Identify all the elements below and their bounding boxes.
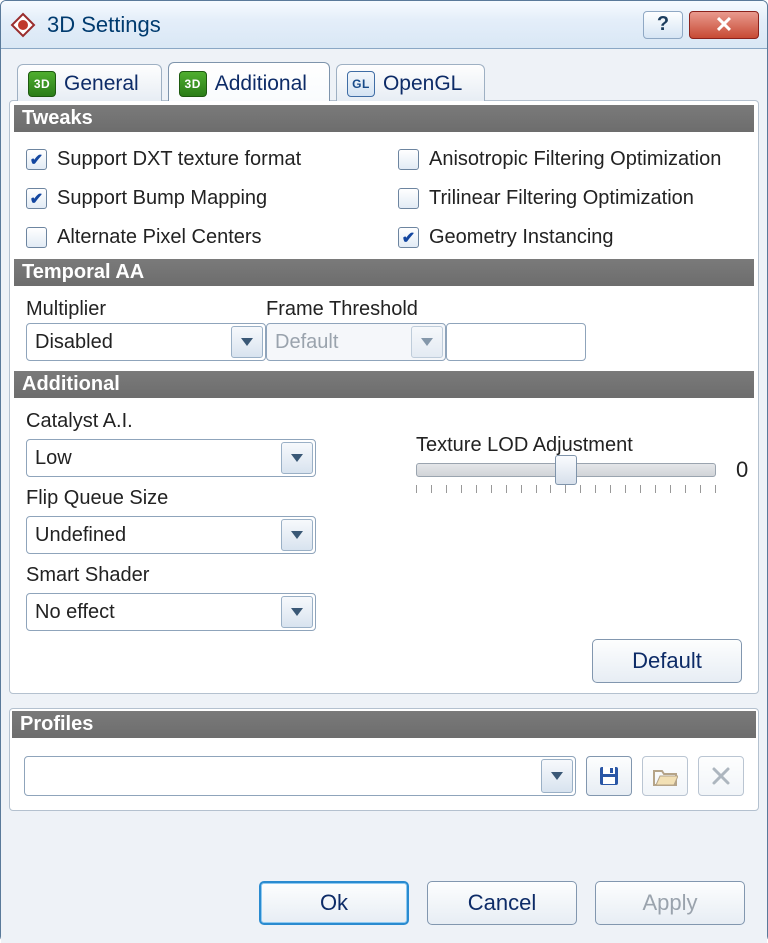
tab-general-label: General xyxy=(64,72,139,96)
tab-additional[interactable]: 3D Additional xyxy=(168,62,330,101)
catalyst-value: Low xyxy=(35,447,72,470)
chevron-down-icon xyxy=(541,759,573,793)
ok-button-label: Ok xyxy=(320,890,348,916)
save-profile-button[interactable] xyxy=(586,756,632,796)
section-header-additional: Additional xyxy=(14,371,754,398)
close-icon: ✕ xyxy=(715,12,733,38)
multiplier-select[interactable]: Disabled xyxy=(26,323,266,361)
slider-ticks xyxy=(416,485,716,495)
chevron-down-icon xyxy=(411,326,443,358)
badge-3d-icon: 3D xyxy=(28,71,56,97)
checkbox-pixelcenters[interactable]: Alternate Pixel Centers xyxy=(26,226,370,249)
flipqueue-value: Undefined xyxy=(35,524,126,547)
tab-strip: 3D General 3D Additional GL OpenGL xyxy=(9,55,759,101)
open-icon xyxy=(652,765,678,787)
close-button[interactable]: ✕ xyxy=(689,11,759,39)
tab-opengl[interactable]: GL OpenGL xyxy=(336,64,485,101)
dialog-footer: Ok Cancel Apply xyxy=(9,865,759,943)
delete-icon xyxy=(709,764,733,788)
checkbox-icon xyxy=(26,227,47,248)
framethreshold-select: Default xyxy=(266,323,446,361)
delete-profile-button xyxy=(698,756,744,796)
checkbox-pixelcenters-label: Alternate Pixel Centers xyxy=(57,226,262,249)
flipqueue-label: Flip Queue Size xyxy=(26,487,316,510)
slider-thumb[interactable] xyxy=(555,455,577,485)
checkbox-icon xyxy=(398,227,419,248)
cancel-button-label: Cancel xyxy=(468,890,536,916)
section-header-profiles: Profiles xyxy=(12,711,756,738)
lod-value: 0 xyxy=(736,457,748,483)
framethreshold-input[interactable] xyxy=(446,323,586,361)
lod-slider[interactable] xyxy=(416,459,716,481)
smartshader-value: No effect xyxy=(35,601,115,624)
checkbox-geometry[interactable]: Geometry Instancing xyxy=(398,226,742,249)
cancel-button[interactable]: Cancel xyxy=(427,881,577,925)
checkbox-dxt-label: Support DXT texture format xyxy=(57,148,301,171)
catalyst-select[interactable]: Low xyxy=(26,439,316,477)
lod-label: Texture LOD Adjustment xyxy=(416,434,748,457)
tab-general[interactable]: 3D General xyxy=(17,64,162,101)
multiplier-value: Disabled xyxy=(35,331,113,354)
checkbox-bump[interactable]: Support Bump Mapping xyxy=(26,187,370,210)
framethreshold-value: Default xyxy=(275,331,338,354)
catalyst-label: Catalyst A.I. xyxy=(26,410,316,433)
profile-select[interactable] xyxy=(24,756,576,796)
checkbox-icon xyxy=(26,149,47,170)
smartshader-label: Smart Shader xyxy=(26,564,316,587)
checkbox-trilinear-label: Trilinear Filtering Optimization xyxy=(429,187,694,210)
chevron-down-icon xyxy=(281,596,313,628)
checkbox-icon xyxy=(26,188,47,209)
chevron-down-icon xyxy=(231,326,263,358)
default-button[interactable]: Default xyxy=(592,639,742,683)
settings-panel: Tweaks Support DXT texture format Anisot… xyxy=(9,100,759,694)
badge-gl-icon: GL xyxy=(347,71,375,97)
flipqueue-select[interactable]: Undefined xyxy=(26,516,316,554)
checkbox-trilinear[interactable]: Trilinear Filtering Optimization xyxy=(398,187,742,210)
tab-additional-label: Additional xyxy=(215,72,307,96)
apply-button: Apply xyxy=(595,881,745,925)
badge-3d-icon: 3D xyxy=(179,71,207,97)
section-header-tweaks: Tweaks xyxy=(14,105,754,132)
window-title: 3D Settings xyxy=(47,12,161,38)
open-profile-button xyxy=(642,756,688,796)
default-button-label: Default xyxy=(632,648,702,674)
save-icon xyxy=(597,764,621,788)
ok-button[interactable]: Ok xyxy=(259,881,409,925)
chevron-down-icon xyxy=(281,442,313,474)
framethreshold-label: Frame Threshold xyxy=(266,298,418,321)
tab-opengl-label: OpenGL xyxy=(383,72,462,96)
apply-button-label: Apply xyxy=(642,890,697,916)
section-header-temporal: Temporal AA xyxy=(14,259,754,286)
checkbox-aniso-label: Anisotropic Filtering Optimization xyxy=(429,148,721,171)
checkbox-icon xyxy=(398,188,419,209)
help-button[interactable]: ? xyxy=(643,11,683,39)
checkbox-dxt[interactable]: Support DXT texture format xyxy=(26,148,370,171)
multiplier-label: Multiplier xyxy=(26,298,266,321)
checkbox-geometry-label: Geometry Instancing xyxy=(429,226,614,249)
chevron-down-icon xyxy=(281,519,313,551)
profiles-panel: Profiles xyxy=(9,708,759,811)
app-icon xyxy=(9,11,37,39)
checkbox-icon xyxy=(398,149,419,170)
title-bar: 3D Settings ? ✕ xyxy=(1,1,767,49)
checkbox-bump-label: Support Bump Mapping xyxy=(57,187,267,210)
checkbox-aniso[interactable]: Anisotropic Filtering Optimization xyxy=(398,148,742,171)
smartshader-select[interactable]: No effect xyxy=(26,593,316,631)
